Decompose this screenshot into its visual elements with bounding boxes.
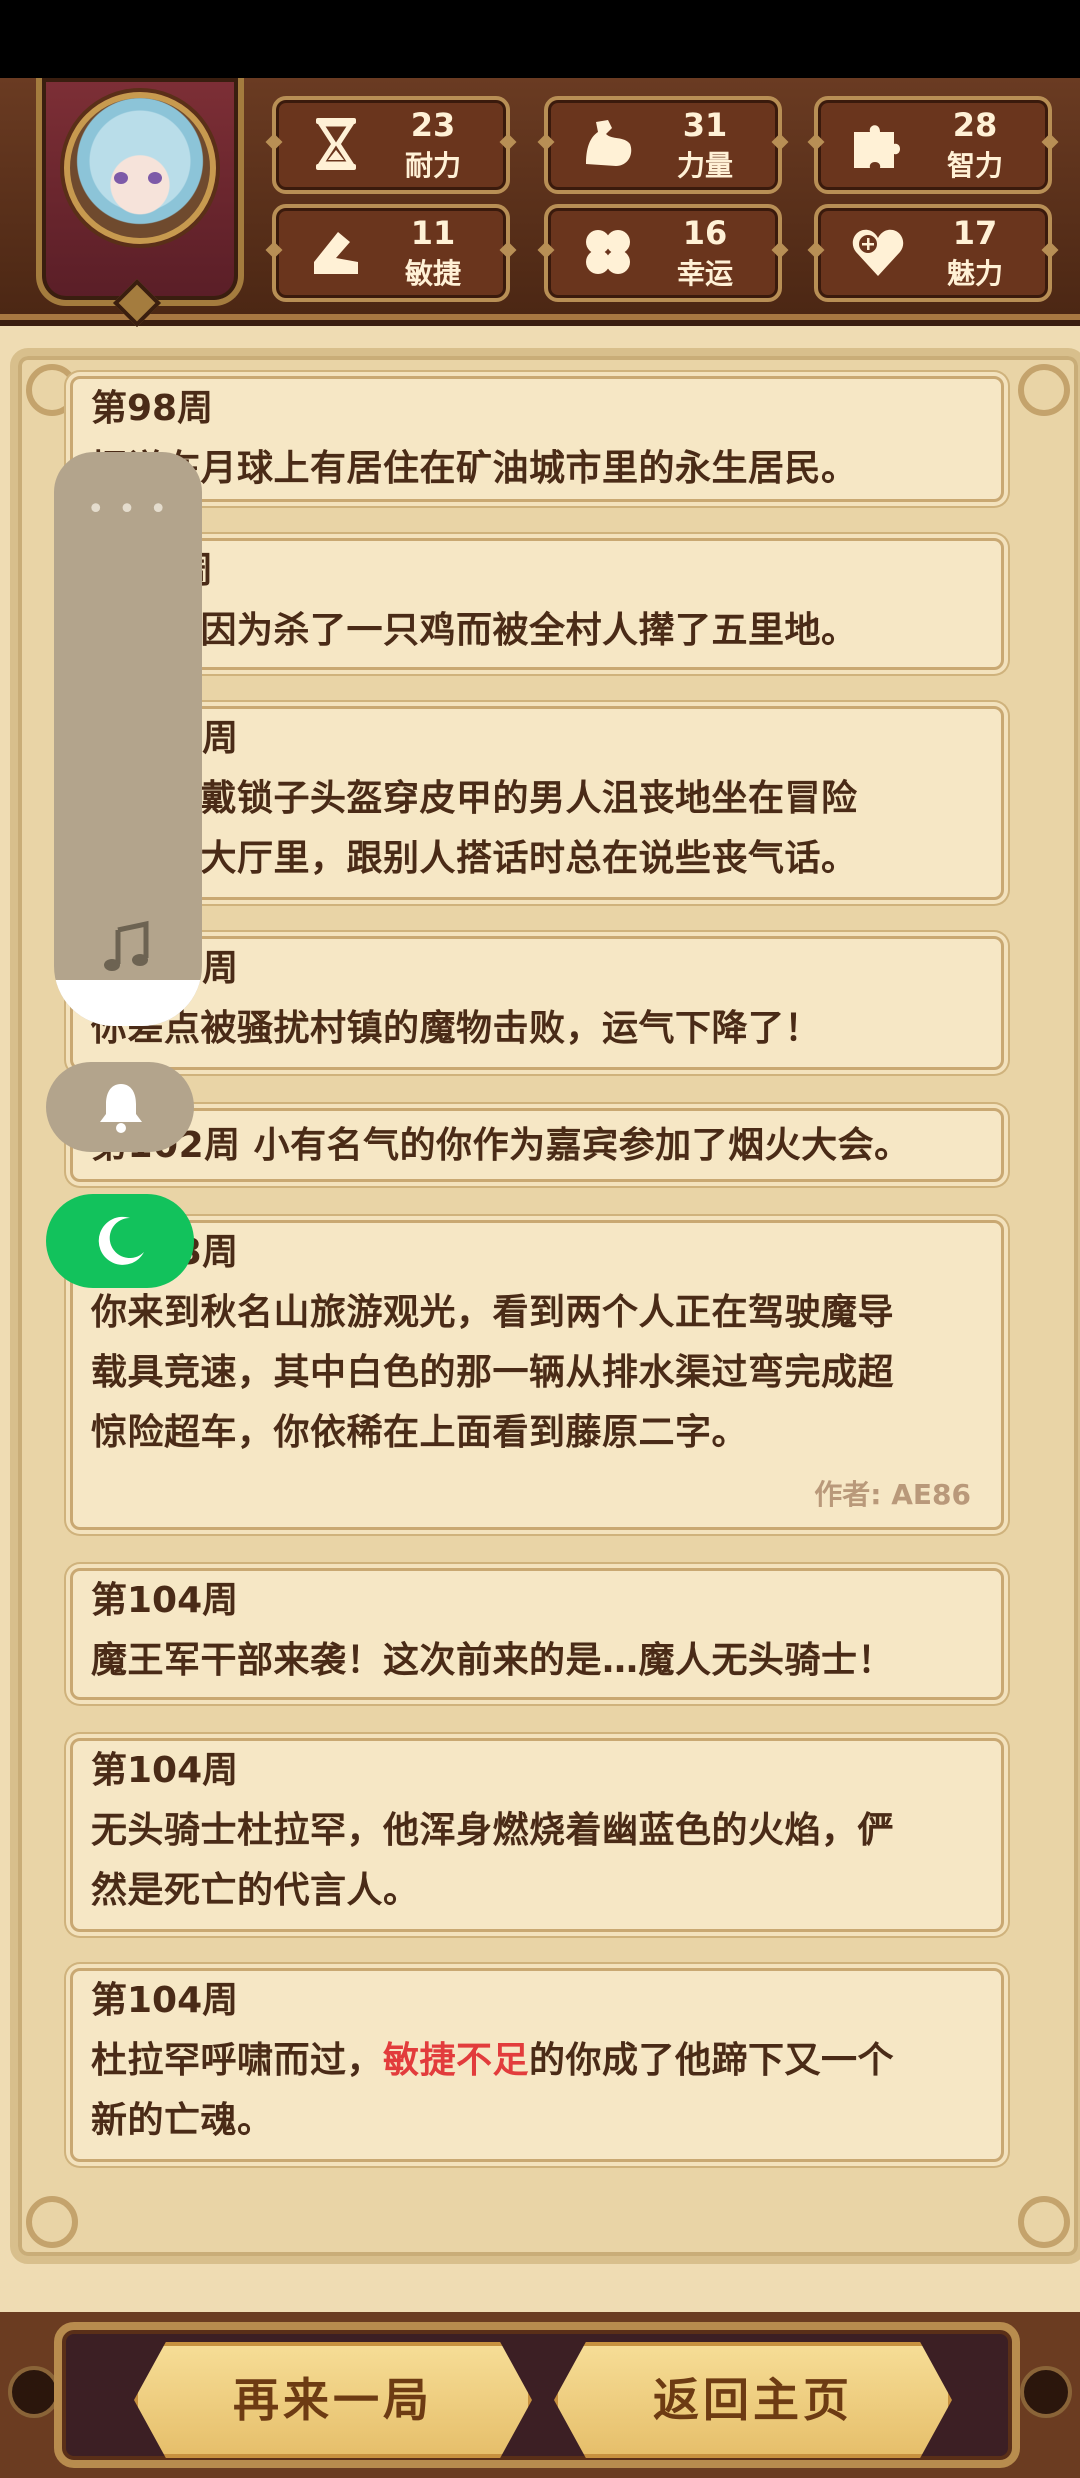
event-card: 第98周 据说在月球上有居住在矿油城市里的永生居民。 [70, 376, 1004, 502]
stat-value: 11 [410, 214, 456, 252]
event-week: 第104周 [91, 1750, 239, 1791]
event-week: 第98周 [91, 388, 214, 429]
event-text-pre: 杜拉罕呼啸而过， [91, 2040, 384, 2081]
event-card: 第99周 有个人因为杀了一只鸡而被全村人撵了五里地。 [70, 538, 1004, 670]
boot-icon [314, 232, 358, 274]
event-text: 魔王军干部来袭！这次前来的是…魔人无头骑士！ [91, 1640, 895, 1681]
event-week: 第104周 [91, 1980, 239, 2021]
event-text: 据说在月球上有居住在矿油城市里的永生居民。 [91, 448, 858, 489]
corner-ornament [1018, 2196, 1070, 2248]
event-text-post: 的你成了他蹄下又一个 [529, 2040, 895, 2081]
stat-charm: 17 魅力 [814, 204, 1052, 302]
more-icon[interactable]: • • • [54, 492, 202, 527]
event-text-line: 杜拉罕呼啸而过，敏捷不足的你成了他蹄下又一个 [91, 2031, 1001, 2091]
stat-label: 耐力 [404, 149, 461, 182]
home-button[interactable]: 返回主页 [554, 2342, 952, 2458]
stat-label: 敏捷 [404, 257, 461, 290]
event-week: 第101周 [91, 939, 1001, 999]
event-card: 第101周 你差点被骚扰村镇的魔物击败，运气下降了！ [70, 936, 1004, 1070]
bell-icon [100, 1084, 142, 1133]
replay-button[interactable]: 再来一局 [134, 2342, 532, 2458]
event-author: 作者: AE86 [814, 1478, 971, 1511]
event-card: 第104周 杜拉罕呼啸而过，敏捷不足的你成了他蹄下又一个 新的亡魂。 [70, 1968, 1004, 2162]
event-week: 第100周 [91, 709, 1001, 769]
stat-label: 力量 [676, 149, 733, 182]
bell-toggle[interactable] [46, 1062, 194, 1152]
highlight-text: 敏捷不足 [383, 2040, 530, 2081]
stat-luck: 16 幸运 [544, 204, 782, 302]
muscle-arm-icon [586, 120, 632, 166]
event-text-line: 新的亡魂。 [91, 2100, 274, 2141]
event-week: 第104周 [91, 1580, 239, 1621]
puzzle-piece-icon [854, 125, 900, 168]
stat-value: 16 [682, 214, 728, 252]
stat-endurance: 23 耐力 [272, 96, 510, 194]
stat-intelligence: 28 智力 [814, 96, 1052, 194]
event-card: 第104周 无头骑士杜拉罕，他浑身燃烧着幽蓝色的火焰，俨 然是死亡的代言人。 [70, 1738, 1004, 1932]
stat-agility: 11 敏捷 [272, 204, 510, 302]
event-week: 第99周 [91, 541, 1001, 601]
moon-icon [98, 1216, 144, 1265]
stat-value: 17 [952, 214, 998, 252]
event-text-line: 载具竞速，其中白色的那一辆从排水渠过弯完成超 [91, 1352, 895, 1393]
event-card: 第102周 小有名气的你作为嘉宾参加了烟火大会。 [70, 1108, 1004, 1182]
stats-header: 23 耐力 31 力量 28 智力 11 敏捷 16 幸运 17 魅力 [0, 78, 1080, 320]
avatar [64, 92, 216, 244]
event-week: 第103周 [91, 1223, 1001, 1283]
event-text-line: 然是死亡的代言人。 [91, 1870, 420, 1911]
event-text-line: 无头骑士杜拉罕，他浑身燃烧着幽蓝色的火焰，俨 [91, 1810, 895, 1851]
floating-panel[interactable]: • • • [54, 452, 202, 1026]
event-text: 你差点被骚扰村镇的魔物击败，运气下降了！ [91, 1008, 822, 1049]
stat-strength: 31 力量 [544, 96, 782, 194]
event-text: 有个人因为杀了一只鸡而被全村人撵了五里地。 [91, 610, 858, 651]
event-text-line: 者协会大厅里，跟别人搭话时总在说些丧气话。 [91, 838, 858, 879]
hourglass-icon [316, 118, 356, 170]
stat-value: 31 [682, 106, 728, 144]
event-card: 第100周 有一个戴锁子头盔穿皮甲的男人沮丧地坐在冒险 者协会大厅里，跟别人搭话… [70, 706, 1004, 900]
rope-knob [1020, 2366, 1072, 2418]
event-card: 第104周 魔王军干部来袭！这次前来的是…魔人无头骑士！ [70, 1568, 1004, 1700]
stat-value: 28 [952, 106, 998, 144]
character-portrait[interactable] [36, 78, 244, 306]
stat-label: 智力 [946, 149, 1003, 182]
stat-label: 魅力 [946, 257, 1003, 290]
corner-ornament [1018, 364, 1070, 416]
event-card: 第103周 你来到秋名山旅游观光，看到两个人正在驾驶魔导 载具竞速，其中白色的那… [70, 1220, 1004, 1530]
clover-icon [586, 230, 630, 274]
bottom-action-bar: 再来一局 返回主页 [0, 2312, 1080, 2478]
event-text-line: 你来到秋名山旅游观光，看到两个人正在驾驶魔导 [91, 1292, 895, 1333]
rope-knob [8, 2366, 60, 2418]
event-text-line: 惊险超车，你依稀在上面看到藤原二字。 [91, 1412, 749, 1453]
stat-value: 23 [410, 106, 456, 144]
corner-ornament [26, 2196, 78, 2248]
stat-label: 幸运 [676, 257, 733, 290]
event-text: 第102周 小有名气的你作为嘉宾参加了烟火大会。 [91, 1125, 911, 1166]
heart-plus-icon [852, 229, 904, 276]
music-note-icon[interactable] [100, 920, 156, 976]
night-mode-toggle[interactable] [46, 1194, 194, 1288]
event-text-line: 有一个戴锁子头盔穿皮甲的男人沮丧地坐在冒险 [91, 778, 858, 819]
